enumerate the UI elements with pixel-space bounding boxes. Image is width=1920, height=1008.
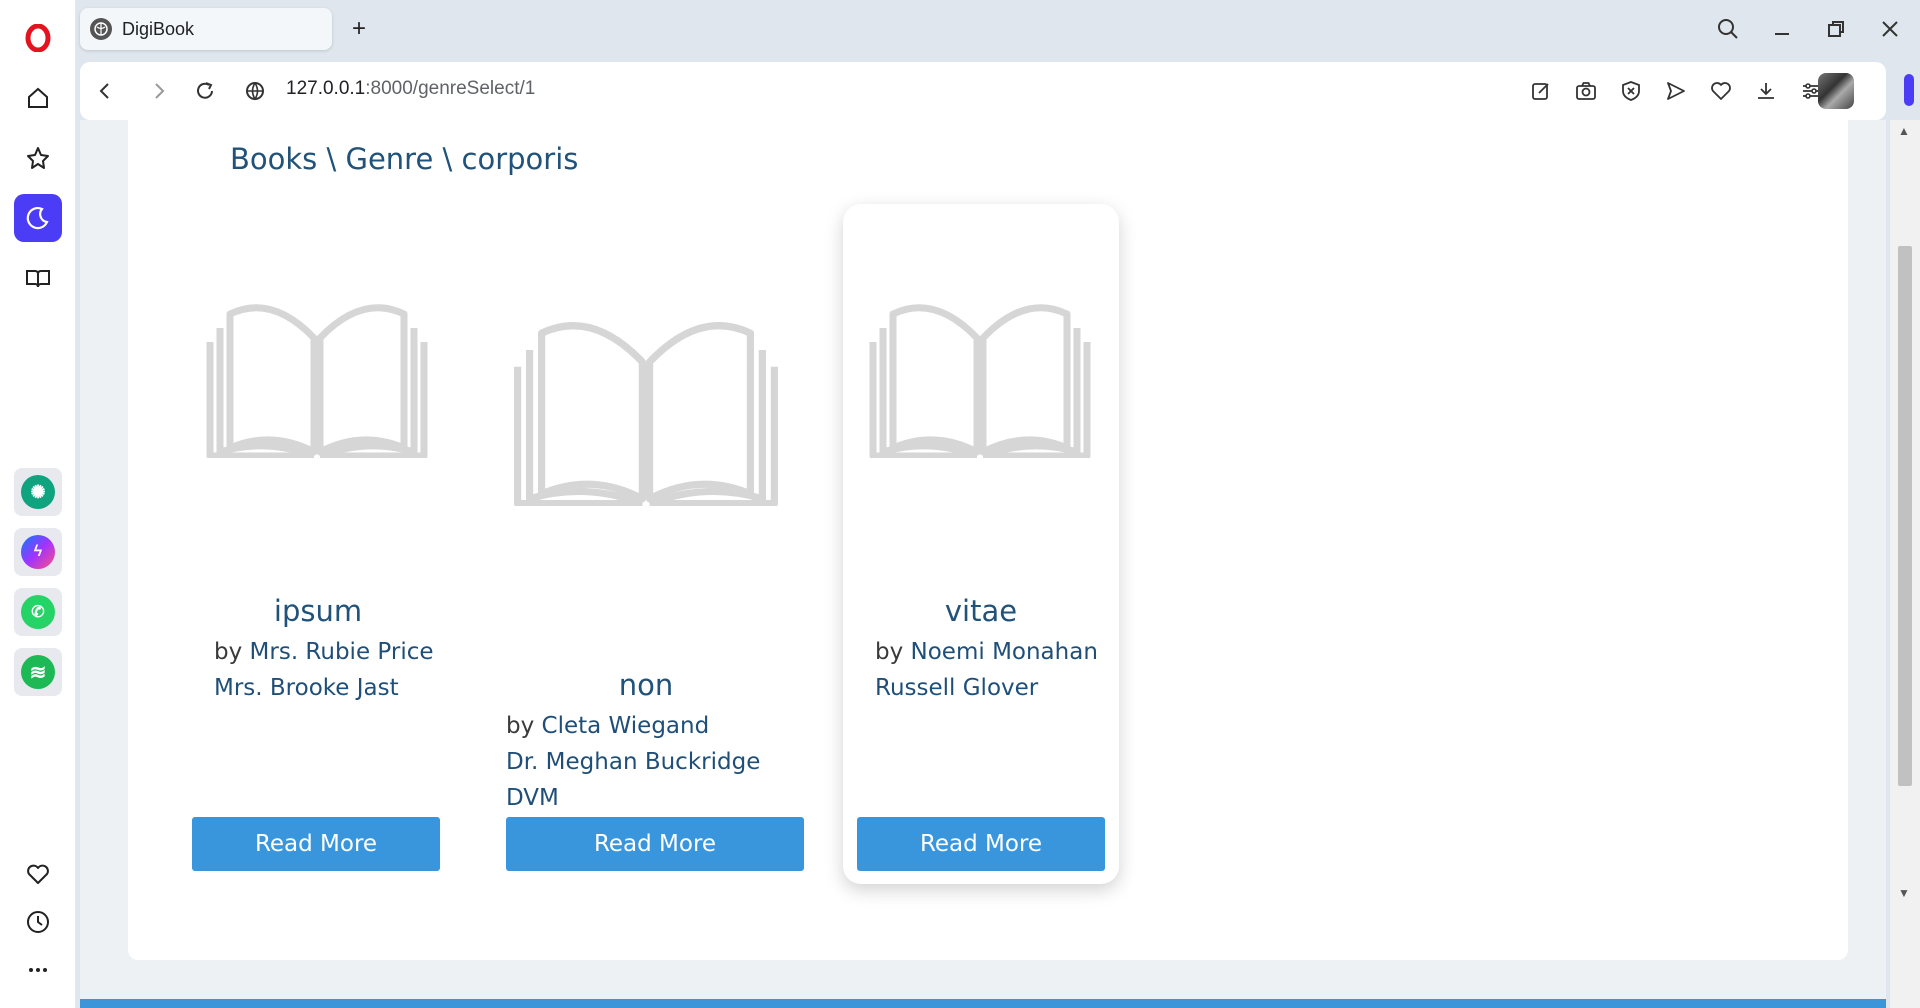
new-tab-plus-icon[interactable]: + <box>344 14 374 44</box>
close-window-icon[interactable] <box>1870 12 1910 46</box>
by-label: by <box>875 639 904 665</box>
open-book-icon <box>514 322 778 506</box>
opera-logo-icon[interactable] <box>14 14 62 62</box>
author-link[interactable]: Mrs. Brooke Jast <box>214 670 454 706</box>
restore-icon[interactable] <box>1816 12 1856 46</box>
url-path: :8000/genreSelect/1 <box>365 78 536 99</box>
url-field[interactable]: 127.0.0.1:8000/genreSelect/1 <box>286 78 535 100</box>
reload-icon[interactable] <box>190 76 220 106</box>
dark-mode-moon-icon[interactable] <box>14 194 62 242</box>
search-tabs-icon[interactable] <box>1708 12 1748 46</box>
chatgpt-app-icon[interactable]: ✺ <box>14 468 62 516</box>
book-title: ipsum <box>273 594 363 628</box>
favorites-heart-icon[interactable] <box>14 850 62 898</box>
browser-sidebar: ✺ ϟ ✆ ≋ <box>0 0 76 1008</box>
address-toolbar: 127.0.0.1:8000/genreSelect/1 <box>80 62 1886 120</box>
book-authors: by Noemi Monahan Russell Glover <box>875 634 1115 706</box>
scrollbar-thumb[interactable] <box>1898 246 1912 786</box>
tab-digibook[interactable]: DigiBook <box>80 8 332 50</box>
open-book-icon <box>869 304 1091 458</box>
page-scrollbar[interactable]: ▲ ▼ <box>1890 120 1920 1008</box>
whatsapp-app-icon[interactable]: ✆ <box>14 588 62 636</box>
content-panel: Books \ Genre \ corporis ipsum by Mrs. R… <box>128 120 1848 960</box>
book-authors: by Cleta Wiegand Dr. Meghan Buckridge DV… <box>506 708 796 816</box>
bookmark-heart-icon[interactable] <box>1706 76 1736 106</box>
read-more-button[interactable]: Read More <box>192 817 440 871</box>
speed-dial-star-icon[interactable] <box>14 134 62 182</box>
breadcrumb: Books \ Genre \ corporis <box>230 142 579 176</box>
adblock-shield-icon[interactable] <box>1616 76 1646 106</box>
minimize-icon[interactable] <box>1762 12 1802 46</box>
home-icon[interactable] <box>14 74 62 122</box>
book-authors: by Mrs. Rubie Price Mrs. Brooke Jast <box>214 634 454 706</box>
forward-arrow-icon[interactable] <box>144 76 174 106</box>
scroll-down-arrow-icon[interactable]: ▼ <box>1898 886 1910 900</box>
by-label: by <box>506 713 535 739</box>
author-link[interactable]: Dr. Meghan Buckridge <box>506 744 796 780</box>
author-link[interactable]: Russell Glover <box>875 670 1115 706</box>
by-label: by <box>214 639 243 665</box>
camera-snapshot-icon[interactable] <box>1571 76 1601 106</box>
book-title: non <box>618 668 674 702</box>
more-options-icon[interactable] <box>14 946 62 994</box>
scroll-up-arrow-icon[interactable]: ▲ <box>1898 124 1910 138</box>
back-arrow-icon[interactable] <box>90 76 120 106</box>
author-link[interactable]: Noemi Monahan <box>911 639 1098 665</box>
site-info-globe-icon[interactable] <box>240 76 270 106</box>
author-link[interactable]: Mrs. Rubie Price <box>250 639 434 665</box>
profile-avatar[interactable] <box>1818 73 1854 109</box>
downloads-icon[interactable] <box>1751 76 1781 106</box>
tab-title: DigiBook <box>122 18 195 39</box>
read-more-button[interactable]: Read More <box>857 817 1105 871</box>
spotify-app-icon[interactable]: ≋ <box>14 648 62 696</box>
edit-snap-icon[interactable] <box>1526 76 1556 106</box>
globe-icon <box>90 18 112 40</box>
footer-strip <box>80 999 1886 1008</box>
author-link[interactable]: DVM <box>506 780 796 816</box>
url-host: 127.0.0.1 <box>286 78 366 99</box>
page-viewport: Books \ Genre \ corporis ipsum by Mrs. R… <box>80 120 1886 1008</box>
messenger-app-icon[interactable]: ϟ <box>14 528 62 576</box>
author-link[interactable]: Cleta Wiegand <box>542 713 710 739</box>
reading-list-book-icon[interactable] <box>14 254 62 302</box>
book-card: non by Cleta Wiegand Dr. Meghan Buckridg… <box>496 204 804 884</box>
book-card: ipsum by Mrs. Rubie Price Mrs. Brooke Ja… <box>190 204 446 884</box>
book-card-hovered[interactable]: vitae by Noemi Monahan Russell Glover Re… <box>843 204 1119 884</box>
book-title: vitae <box>944 594 1018 628</box>
read-more-button[interactable]: Read More <box>506 817 804 871</box>
sidebar-toggle-handle[interactable] <box>1904 74 1914 106</box>
open-book-icon <box>206 304 428 458</box>
history-clock-icon[interactable] <box>14 898 62 946</box>
send-flow-icon[interactable] <box>1661 76 1691 106</box>
tab-strip: DigiBook + <box>76 0 1920 58</box>
